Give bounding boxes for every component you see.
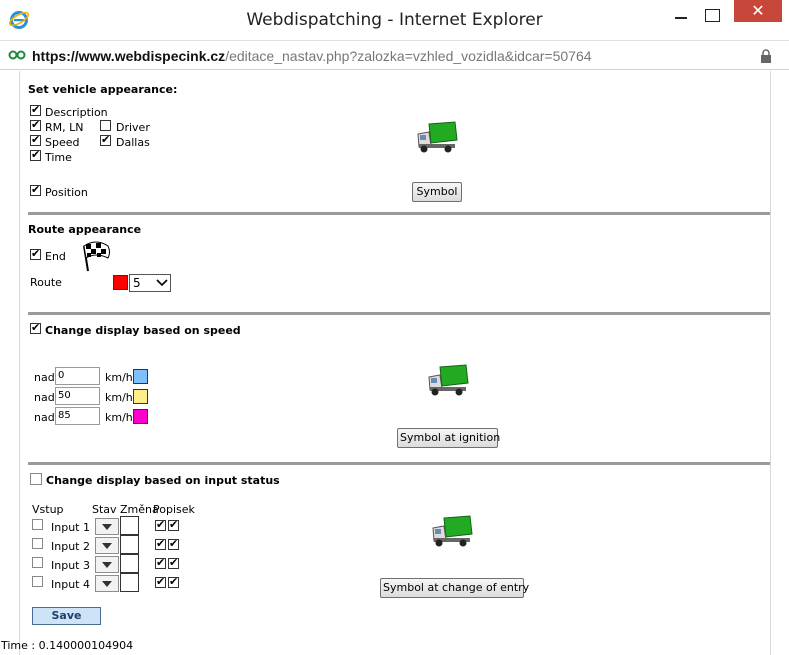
minimize-button[interactable] — [671, 4, 691, 26]
route-label: Route — [30, 276, 62, 289]
speed-unit: km/h — [105, 411, 133, 424]
speed-row-prefix: nad — [34, 391, 55, 404]
divider — [28, 212, 770, 215]
input-status-heading: Change display based on input status — [46, 474, 280, 487]
speed-threshold-input[interactable]: 0 — [55, 367, 100, 385]
speed-row-prefix: nad — [34, 411, 55, 424]
label-checkbox[interactable] — [168, 575, 179, 589]
speed-display-checkbox[interactable] — [30, 321, 41, 335]
route-width-select[interactable]: 5 — [129, 274, 171, 292]
position-label: Position — [45, 186, 88, 199]
vehicle-appearance-heading: Set vehicle appearance: — [28, 83, 178, 96]
address-bar[interactable]: https://www.webdispecink.cz/editace_nast… — [0, 40, 789, 70]
speed-row-prefix: nad — [34, 371, 55, 384]
speed-label: Speed — [45, 136, 80, 149]
description-label: Description — [45, 106, 108, 119]
state-select[interactable] — [95, 518, 119, 535]
end-checkbox[interactable] — [30, 247, 41, 261]
input-checkbox[interactable] — [32, 519, 43, 530]
truck-icon — [432, 515, 473, 547]
speed-unit: km/h — [105, 371, 133, 384]
input-status-checkbox[interactable] — [30, 473, 42, 485]
close-icon: ✕ — [751, 1, 765, 20]
speed-checkbox[interactable] — [30, 133, 41, 147]
label-checkbox[interactable] — [168, 537, 179, 551]
change-symbol-box[interactable] — [120, 554, 139, 573]
time-checkbox[interactable] — [30, 148, 41, 162]
state-select[interactable] — [95, 575, 119, 592]
input-label: Input 3 — [51, 559, 90, 572]
driver-checkbox[interactable] — [100, 120, 111, 131]
description-checkbox[interactable] — [30, 103, 41, 117]
end-label: End — [45, 250, 66, 263]
label-checkbox[interactable] — [155, 518, 166, 532]
truck-icon — [428, 364, 469, 396]
column-header-stav: Stav — [92, 503, 117, 516]
settings-panel: Set vehicle appearance: Description RM, … — [19, 71, 771, 655]
site-icon — [8, 50, 26, 60]
symbol-at-change-of-entry-button[interactable]: Symbol at change of entry — [380, 578, 529, 598]
symbol-button[interactable]: Symbol — [412, 182, 462, 202]
speed-threshold-input[interactable]: 50 — [55, 387, 100, 405]
column-header-popisek: Popisek — [153, 503, 195, 516]
title-bar: Webdispatching - Internet Explorer ✕ — [0, 0, 789, 40]
input-label: Input 2 — [51, 540, 90, 553]
dallas-checkbox[interactable] — [100, 133, 111, 147]
truck-icon — [417, 121, 458, 153]
label-checkbox[interactable] — [155, 575, 166, 589]
input-checkbox[interactable] — [32, 557, 43, 568]
route-appearance-heading: Route appearance — [28, 223, 142, 236]
change-symbol-box[interactable] — [120, 516, 139, 535]
save-button[interactable]: Save — [32, 607, 101, 625]
dallas-label: Dallas — [116, 136, 150, 149]
input-label: Input 1 — [51, 521, 90, 534]
input-checkbox[interactable] — [32, 576, 43, 587]
speed-unit: km/h — [105, 391, 133, 404]
checkered-flag-icon — [83, 241, 110, 272]
change-symbol-box[interactable] — [120, 573, 139, 592]
change-symbol-box[interactable] — [120, 535, 139, 554]
divider — [28, 312, 770, 315]
rm-ln-checkbox[interactable] — [30, 118, 41, 132]
column-header-vstup: Vstup — [32, 503, 64, 516]
chevron-down-icon — [156, 279, 168, 287]
input-label: Input 4 — [51, 578, 90, 591]
state-select[interactable] — [95, 556, 119, 573]
close-button[interactable]: ✕ — [734, 0, 782, 22]
state-select[interactable] — [95, 537, 119, 554]
speed-display-heading: Change display based on speed — [45, 324, 241, 337]
driver-label: Driver — [116, 121, 150, 134]
maximize-button[interactable] — [700, 4, 724, 26]
label-checkbox[interactable] — [168, 518, 179, 532]
input-checkbox[interactable] — [32, 538, 43, 549]
symbol-at-ignition-button[interactable]: Symbol at ignition — [397, 428, 500, 448]
speed-threshold-input[interactable]: 85 — [55, 407, 100, 425]
label-checkbox[interactable] — [155, 537, 166, 551]
rm-ln-label: RM, LN — [45, 121, 84, 134]
label-checkbox[interactable] — [155, 556, 166, 570]
speed-color-swatch[interactable] — [133, 409, 148, 424]
route-color-swatch[interactable] — [113, 275, 128, 290]
position-checkbox[interactable] — [30, 183, 41, 197]
render-time: Time : 0.140000104904 — [1, 639, 134, 652]
time-label: Time — [45, 151, 72, 164]
lock-icon — [761, 49, 771, 63]
divider — [28, 462, 770, 465]
speed-color-swatch[interactable] — [133, 369, 148, 384]
label-checkbox[interactable] — [168, 556, 179, 570]
url-text[interactable]: https://www.webdispecink.cz/editace_nast… — [32, 48, 592, 64]
speed-color-swatch[interactable] — [133, 389, 148, 404]
